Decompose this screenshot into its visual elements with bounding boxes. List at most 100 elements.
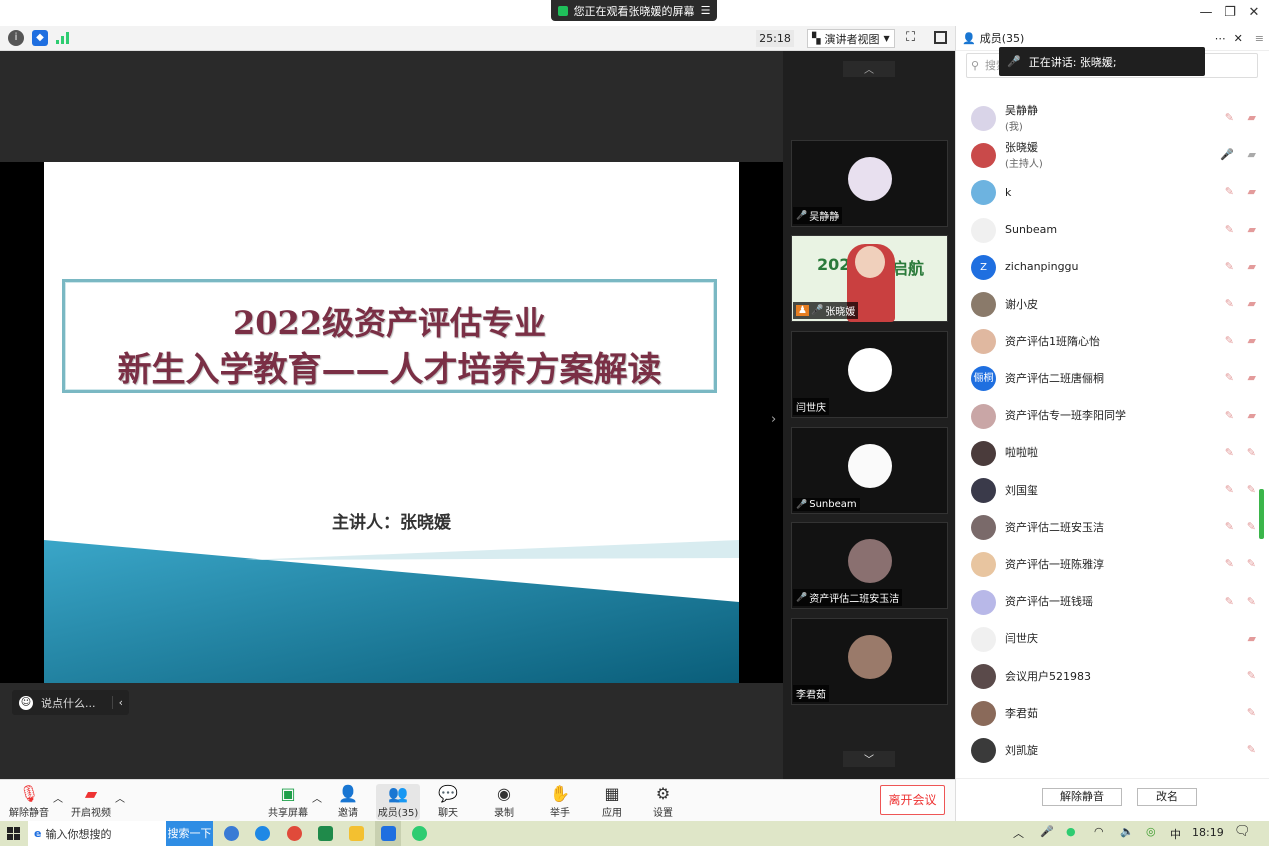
scrollbar[interactable] bbox=[1259, 489, 1264, 539]
mic-icon[interactable]: 🎤 bbox=[1040, 825, 1054, 838]
mic-active-icon[interactable]: 🎤 bbox=[1220, 148, 1234, 161]
mic-muted-icon[interactable]: ✎ bbox=[1225, 297, 1234, 310]
chrome-icon[interactable] bbox=[287, 826, 302, 841]
view-mode-dropdown[interactable]: ▚ 演讲者视图 ▼ bbox=[807, 29, 895, 48]
clock[interactable]: 18:19 bbox=[1192, 826, 1224, 839]
camera-off-icon[interactable]: ▰ bbox=[1248, 185, 1256, 198]
mic-muted-icon[interactable]: ✎ bbox=[1225, 557, 1234, 570]
mic-muted-icon[interactable]: ✎ bbox=[1225, 260, 1234, 273]
member-row[interactable]: k ✎ ▰ bbox=[956, 174, 1269, 211]
chevron-right-icon[interactable]: › bbox=[771, 412, 776, 427]
mic-muted-icon[interactable]: ✎ bbox=[1247, 669, 1256, 682]
chevron-up-icon[interactable]: ︿ bbox=[1013, 825, 1024, 841]
chevron-up-icon[interactable]: ︿ bbox=[53, 790, 63, 805]
mic-muted-icon[interactable]: ✎ bbox=[1247, 743, 1256, 756]
wechat-icon[interactable] bbox=[412, 826, 427, 841]
mic-muted-icon[interactable]: ✎ bbox=[1225, 446, 1234, 459]
member-row[interactable]: 会议用户521983 ✎ bbox=[956, 658, 1269, 695]
apps-button[interactable]: ▦ 应用 bbox=[590, 784, 634, 820]
menu-icon[interactable]: ≡ bbox=[1255, 32, 1264, 45]
chat-input-pill[interactable]: ☺ 说点什么... ‹ bbox=[12, 690, 129, 715]
excel-icon[interactable] bbox=[318, 826, 333, 841]
mic-muted-icon[interactable]: ✎ bbox=[1225, 111, 1234, 124]
volume-icon[interactable]: 🔈 bbox=[1120, 825, 1134, 838]
network-icon[interactable]: ◎ bbox=[1146, 825, 1156, 838]
video-tile[interactable]: 🎤 Sunbeam bbox=[791, 427, 948, 514]
member-row[interactable]: 资产评估一班陈雅淳 ✎ ✎ bbox=[956, 546, 1269, 583]
video-tile[interactable]: 闫世庆 bbox=[791, 331, 948, 418]
minimize-icon[interactable]: — bbox=[1196, 4, 1216, 22]
unmute-all-button[interactable]: 解除静音 bbox=[1042, 788, 1122, 806]
video-tile[interactable]: 2022 启航 ♟ 🎤 张晓媛 bbox=[791, 235, 948, 322]
leave-meeting-button[interactable]: 离开会议 bbox=[880, 785, 945, 815]
info-icon[interactable]: i bbox=[8, 30, 24, 46]
video-tile[interactable]: 🎤 资产评估二班安玉洁 bbox=[791, 522, 948, 609]
member-row[interactable]: 谢小皮 ✎ ▰ bbox=[956, 286, 1269, 323]
camera-off-icon[interactable]: ▰ bbox=[1248, 260, 1256, 273]
wechat-tray-icon[interactable]: ● bbox=[1066, 825, 1076, 838]
camera-off-icon[interactable]: ▰ bbox=[1248, 148, 1256, 161]
member-row[interactable]: 闫世庆 ▰ bbox=[956, 621, 1269, 658]
scroll-up-icon[interactable]: ︿ bbox=[843, 61, 895, 77]
members-button[interactable]: 👥 成员(35) bbox=[376, 784, 420, 820]
app-icon[interactable] bbox=[255, 826, 270, 841]
restore-icon[interactable]: ❐ bbox=[1220, 4, 1240, 22]
mic-muted-icon[interactable]: ✎ bbox=[1225, 223, 1234, 236]
meeting-app-icon[interactable] bbox=[381, 826, 396, 841]
chat-button[interactable]: 💬 聊天 bbox=[426, 784, 470, 820]
member-row[interactable]: 啦啦啦 ✎ ✎ bbox=[956, 435, 1269, 472]
member-row[interactable]: 李君茹 ✎ bbox=[956, 695, 1269, 732]
mic-muted-icon[interactable]: ✎ bbox=[1225, 185, 1234, 198]
taskbar-search-input[interactable]: e 输入你想搜的 bbox=[28, 821, 166, 846]
camera-off-icon[interactable]: ▰ bbox=[1248, 334, 1256, 347]
camera-off-icon[interactable]: ▰ bbox=[1248, 371, 1256, 384]
taskbar-search-button[interactable]: 搜索一下 bbox=[166, 821, 213, 846]
close-icon[interactable]: ✕ bbox=[1234, 32, 1243, 45]
camera-off-icon[interactable]: ▰ bbox=[1248, 223, 1256, 236]
member-row[interactable]: 资产评估二班安玉洁 ✎ ✎ bbox=[956, 509, 1269, 546]
video-tile[interactable]: 🎤 吴静静 bbox=[791, 140, 948, 227]
member-row[interactable]: 张晓媛 (主持人) 🎤 ▰ bbox=[956, 137, 1269, 174]
record-button[interactable]: ◉ 录制 bbox=[482, 784, 526, 820]
settings-button[interactable]: ⚙ 设置 bbox=[641, 784, 685, 820]
rename-button[interactable]: 改名 bbox=[1137, 788, 1197, 806]
wifi-icon[interactable]: ◠ bbox=[1094, 825, 1104, 838]
screen-share-banner[interactable]: 您正在观看张晓媛的屏幕 ☰ bbox=[551, 0, 717, 21]
mic-muted-icon[interactable]: ✎ bbox=[1225, 409, 1234, 422]
mic-muted-icon[interactable]: ✎ bbox=[1225, 371, 1234, 384]
mic-muted-icon[interactable]: ✎ bbox=[1225, 595, 1234, 608]
member-row[interactable]: 刘国玺 ✎ ✎ bbox=[956, 472, 1269, 509]
emoji-icon[interactable]: ☺ bbox=[19, 695, 33, 710]
unmute-button[interactable]: 🎙 解除静音 bbox=[6, 784, 52, 820]
signal-strength-icon[interactable] bbox=[56, 32, 70, 47]
close-icon[interactable]: ✕ bbox=[1244, 4, 1264, 22]
app-icon[interactable] bbox=[224, 826, 239, 841]
ime-indicator[interactable]: 中 bbox=[1170, 826, 1181, 842]
member-row[interactable]: 资产评估1班隋心怡 ✎ ▰ bbox=[956, 323, 1269, 360]
video-tile[interactable]: 李君茹 bbox=[791, 618, 948, 705]
fullscreen-icon[interactable]: ⛶ bbox=[906, 30, 915, 45]
share-screen-button[interactable]: ▣ 共享屏幕 bbox=[266, 784, 310, 820]
mic-muted-icon[interactable]: ✎ bbox=[1247, 483, 1256, 496]
camera-off-icon[interactable]: ▰ bbox=[1248, 111, 1256, 124]
folder-icon[interactable] bbox=[349, 826, 364, 841]
notification-icon[interactable]: 🗨 bbox=[1234, 824, 1251, 839]
security-shield-icon[interactable]: ◆ bbox=[32, 30, 48, 46]
chevron-up-icon[interactable]: ︿ bbox=[312, 790, 322, 805]
member-row[interactable]: Sunbeam ✎ ▰ bbox=[956, 212, 1269, 249]
menu-icon[interactable]: ☰ bbox=[701, 4, 711, 17]
member-row[interactable]: 俪桐 资产评估二班唐俪桐 ✎ ▰ bbox=[956, 360, 1269, 397]
mic-muted-icon[interactable]: ✎ bbox=[1247, 557, 1256, 570]
mic-muted-icon[interactable]: ✎ bbox=[1247, 706, 1256, 719]
mic-muted-icon[interactable]: ✎ bbox=[1247, 446, 1256, 459]
scroll-down-icon[interactable]: ﹀ bbox=[843, 751, 895, 767]
mic-muted-icon[interactable]: ✎ bbox=[1247, 595, 1256, 608]
windows-start-icon[interactable] bbox=[7, 827, 20, 843]
invite-button[interactable]: 👤 邀请 bbox=[326, 784, 370, 820]
mic-muted-icon[interactable]: ✎ bbox=[1225, 520, 1234, 533]
mic-muted-icon[interactable]: ✎ bbox=[1247, 520, 1256, 533]
raise-hand-button[interactable]: ✋ 举手 bbox=[538, 784, 582, 820]
mic-muted-icon[interactable]: ✎ bbox=[1225, 334, 1234, 347]
mic-muted-icon[interactable]: ✎ bbox=[1225, 483, 1234, 496]
more-icon[interactable]: ⋯ bbox=[1215, 32, 1226, 45]
